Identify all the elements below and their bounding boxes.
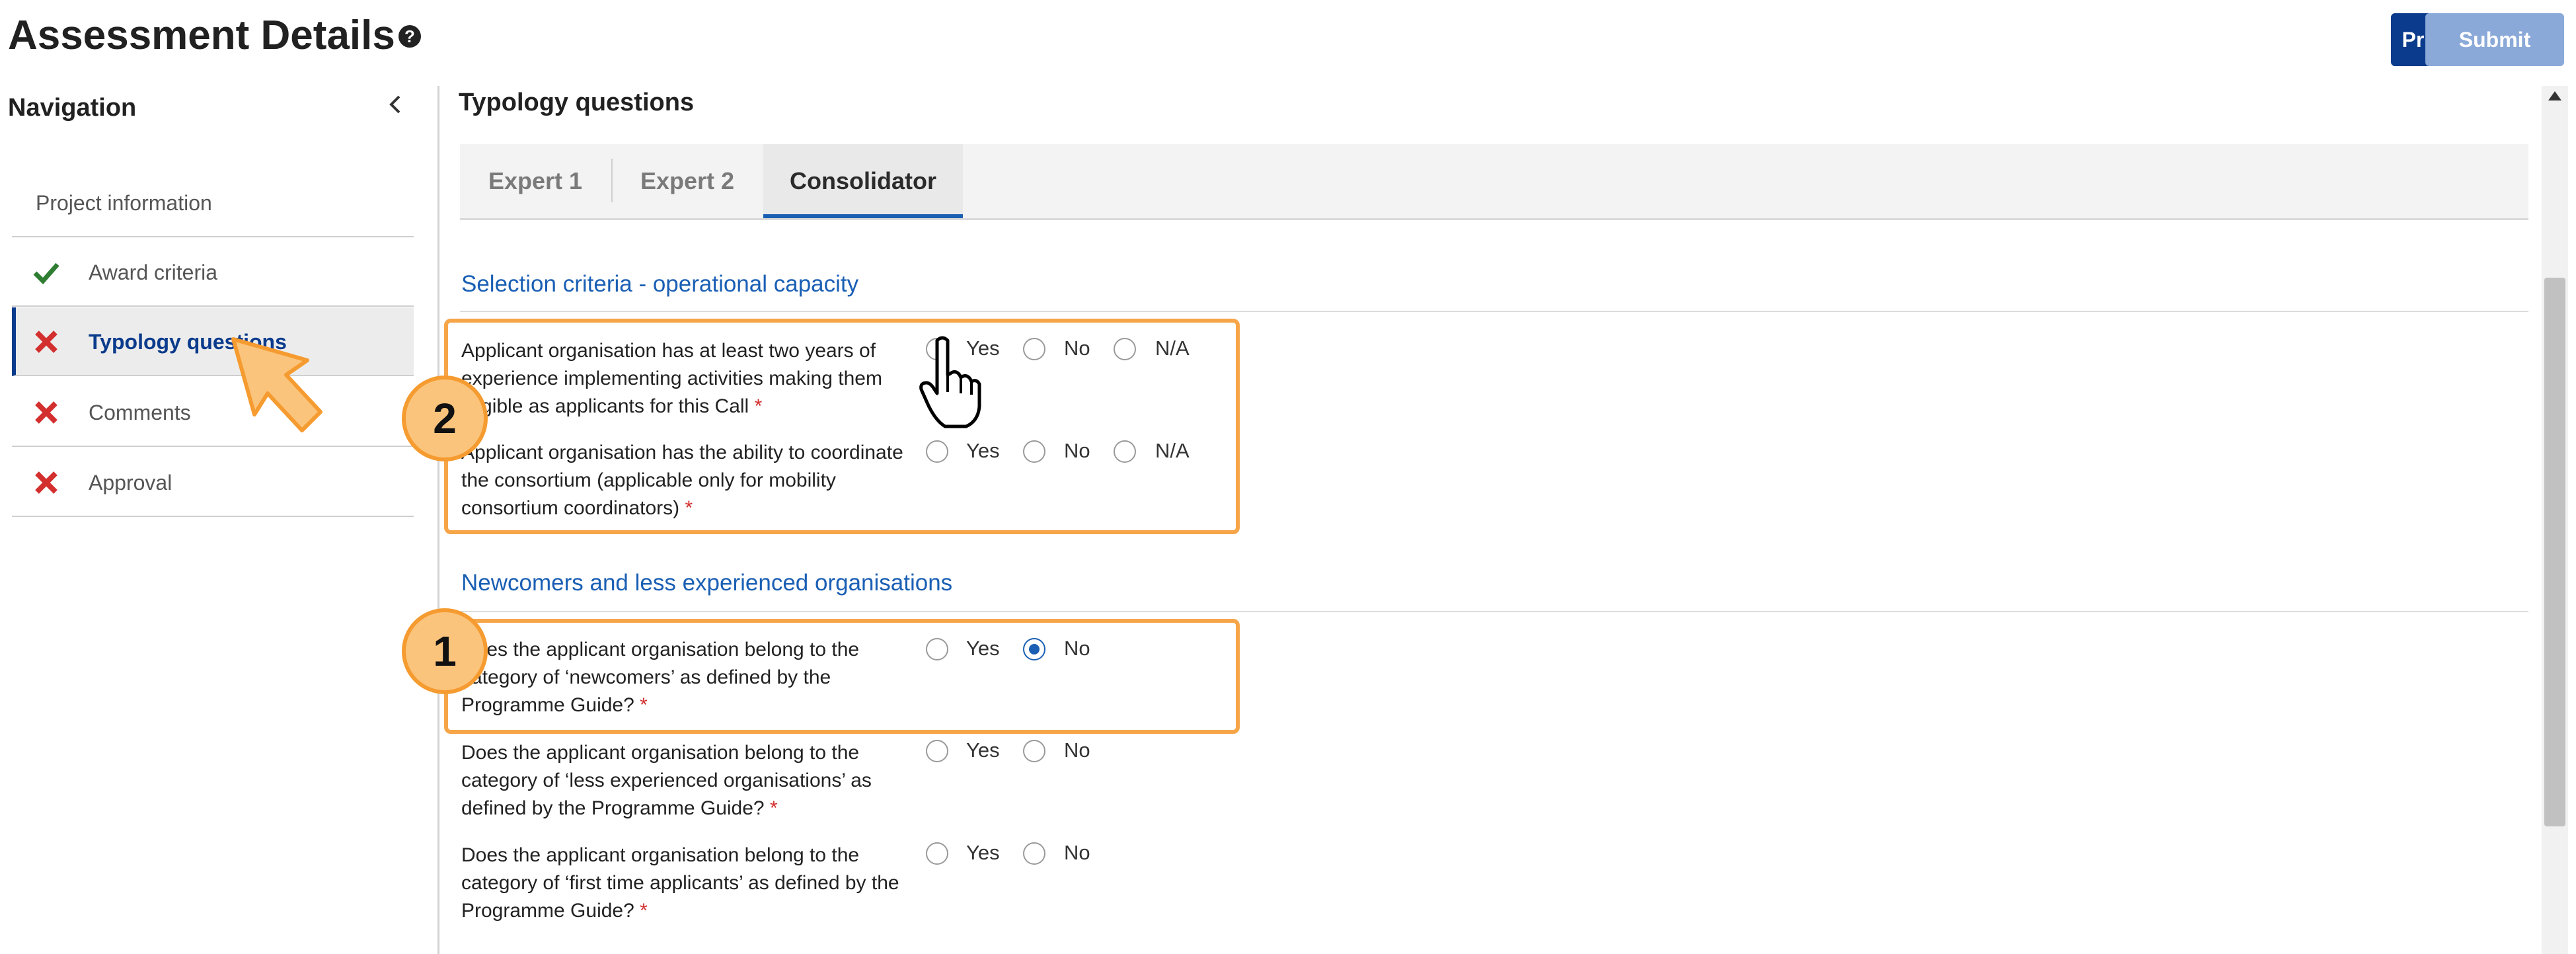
scrollbar-thumb[interactable] (2544, 278, 2565, 826)
pointer-arrow-icon (231, 337, 322, 432)
sidebar-item-award-criteria[interactable]: Award criteria (12, 238, 414, 307)
radio-no[interactable] (1023, 740, 1045, 762)
radio-label-no: No (1064, 738, 1090, 762)
sidebar-item-label: Project information (36, 191, 212, 215)
radio-label-na: N/A (1155, 439, 1190, 462)
tab-consolidator[interactable]: Consolidator (763, 144, 963, 218)
radio-label-no: No (1064, 637, 1090, 660)
sidebar-item-label: Award criteria (89, 260, 218, 284)
sidebar-item-label: Approval (89, 471, 172, 495)
submit-button[interactable]: Submit (2425, 13, 2564, 66)
radio-label-yes: Yes (966, 738, 1000, 762)
radio-label-no: No (1064, 337, 1090, 360)
chevron-left-icon[interactable] (382, 91, 408, 118)
help-icon[interactable]: ? (398, 25, 421, 48)
sidebar-item-typology-questions[interactable]: Typology questions (12, 307, 414, 376)
radio-label-yes: Yes (966, 637, 1000, 660)
radio-label-yes: Yes (966, 439, 1000, 462)
radio-yes[interactable] (926, 740, 948, 762)
radio-label-na: N/A (1155, 337, 1190, 360)
checkmark-icon (33, 262, 59, 285)
tab-expert-1[interactable]: Expert 1 (469, 144, 601, 218)
question-text: Does the applicant organisation belong t… (461, 844, 899, 922)
question-text: Applicant organisation has the ability t… (461, 442, 903, 519)
page-title: Assessment Details (8, 13, 395, 58)
radio-yes[interactable] (926, 440, 948, 463)
sidebar-item-project-information[interactable]: Project information (12, 169, 414, 237)
radio-no-selected[interactable] (1023, 638, 1045, 660)
sidebar-divider (437, 86, 439, 954)
group-title-newcomers: Newcomers and less experienced organisat… (461, 570, 953, 596)
sidebar-item-approval[interactable]: Approval (12, 448, 414, 517)
radio-label-no: No (1064, 439, 1090, 462)
question-text: Does the applicant organisation belong t… (461, 742, 872, 819)
radio-na[interactable] (1114, 440, 1136, 463)
radio-no[interactable] (1023, 440, 1045, 463)
question-text: Does the applicant organisation belong t… (461, 639, 860, 716)
error-x-icon (35, 471, 57, 494)
error-x-icon (35, 331, 57, 353)
radio-no[interactable] (1023, 842, 1045, 865)
radio-yes[interactable] (926, 842, 948, 865)
scroll-up-arrow-icon[interactable] (2546, 87, 2564, 106)
navigation-title: Navigation (8, 94, 137, 122)
sidebar-item-label: Comments (89, 401, 191, 424)
sidebar-item-comments[interactable]: Comments (12, 378, 414, 447)
radio-label-yes: Yes (966, 841, 1000, 864)
group-divider (460, 611, 2528, 612)
radio-no[interactable] (1023, 338, 1045, 360)
question-text: Applicant organisation has at least two … (461, 340, 882, 417)
tab-separator (611, 159, 613, 202)
group-title-selection-criteria: Selection criteria - operational capacit… (461, 271, 859, 297)
radio-na[interactable] (1114, 338, 1136, 360)
section-title: Typology questions (459, 89, 695, 116)
radio-yes[interactable] (926, 638, 948, 660)
annotation-badge-2: 2 (402, 376, 488, 461)
annotation-badge-1: 1 (402, 608, 488, 694)
group-divider (460, 311, 2528, 312)
error-x-icon (35, 401, 57, 424)
hand-cursor-icon (919, 336, 981, 428)
radio-label-no: No (1064, 841, 1090, 864)
tab-expert-2[interactable]: Expert 2 (621, 144, 753, 218)
